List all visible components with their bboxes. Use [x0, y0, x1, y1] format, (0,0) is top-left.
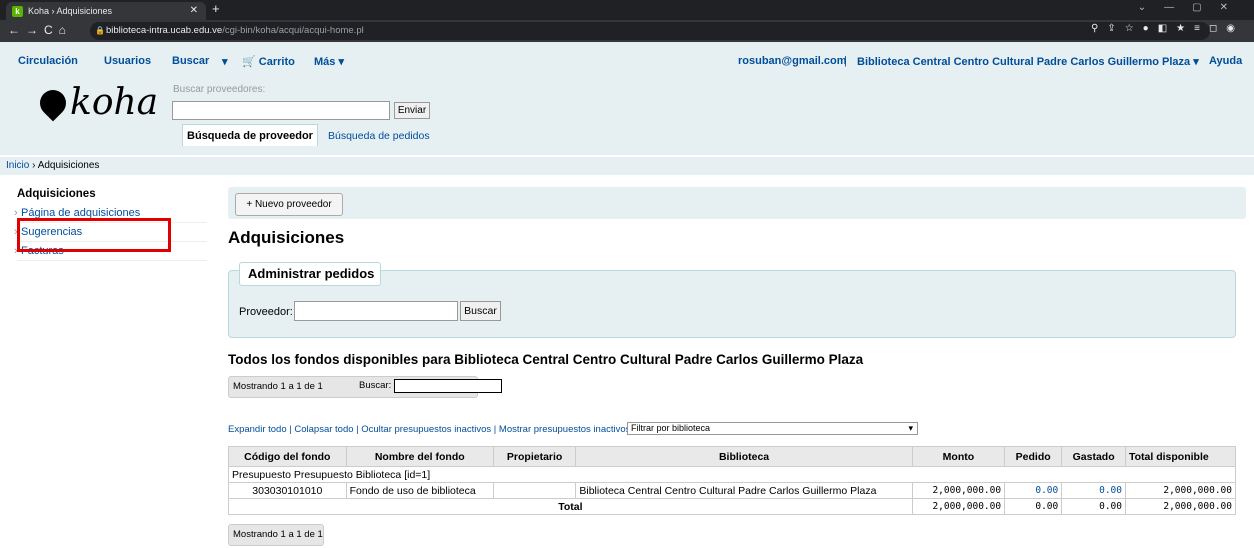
cell-amount: 2,000,000.00 — [911, 482, 1006, 499]
group-label: Presupuesto Presupuesto Biblioteca [id=1… — [228, 466, 1236, 483]
col-nombre[interactable]: Nombre del fondo — [345, 446, 494, 467]
cart-icon: 🛒 — [242, 56, 256, 68]
new-tab-icon[interactable]: + — [212, 1, 220, 16]
col-propietario[interactable]: Propietario — [492, 446, 577, 467]
breadcrumb: Inicio › Adquisiciones — [0, 157, 1254, 175]
extension-icons[interactable]: ⚲⇪☆●◧★≡◻◉ — [1091, 23, 1244, 34]
url-path: /cgi-bin/koha/acqui/acqui-home.pl — [222, 25, 364, 36]
koha-leaf-icon — [34, 84, 72, 122]
cell-owner — [492, 482, 577, 499]
nav-mas[interactable]: Más ▾ — [314, 55, 344, 68]
nav-buttons[interactable]: ←→C⌂ — [8, 23, 72, 37]
table-header-row: Código del fondo Nombre del fondo Propie… — [228, 446, 1236, 467]
table-pager-bottom: Mostrando 1 a 1 de 1 — [228, 524, 324, 546]
breadcrumb-sep: › — [29, 160, 38, 171]
funds-table: Código del fondo Nombre del fondo Propie… — [228, 446, 1236, 515]
tab-title: Koha › Adquisiciones — [28, 6, 113, 16]
cell-name: Fondo de uso de biblioteca — [345, 482, 494, 499]
toolbar — [228, 187, 1246, 219]
total-available: 2,000,000.00 — [1125, 498, 1236, 515]
col-gastado[interactable]: Gastado — [1061, 446, 1126, 467]
total-spent: 0.00 — [1061, 498, 1126, 515]
col-monto[interactable]: Monto — [911, 446, 1006, 467]
search-input[interactable] — [172, 101, 390, 120]
nav-dropdown-icon[interactable]: ▾ — [222, 55, 228, 68]
funds-title: Todos los fondos disponibles para Biblio… — [228, 352, 864, 367]
col-total-disponible[interactable]: Total disponible — [1125, 446, 1236, 467]
col-pedido[interactable]: Pedido — [1004, 446, 1063, 467]
nav-carrito[interactable]: 🛒 Carrito — [242, 55, 295, 68]
nav-separator: | — [844, 55, 847, 67]
table-row: 303030101010 Fondo de uso de biblioteca … — [228, 482, 1236, 499]
vendor-input[interactable] — [294, 301, 458, 321]
tab-busqueda-proveedor[interactable]: Búsqueda de proveedor — [182, 124, 318, 146]
nav-ayuda[interactable]: Ayuda — [1209, 55, 1242, 67]
cell-available: 2,000,000.00 — [1125, 482, 1236, 499]
address-bar: ←→C⌂ 🔒 biblioteca-intra.ucab.edu.ve/cgi-… — [0, 20, 1254, 42]
nav-circulacion[interactable]: Circulación — [18, 55, 78, 67]
pager-info-bottom: Mostrando 1 a 1 de 1 — [233, 529, 323, 540]
cell-spent[interactable]: 0.00 — [1061, 482, 1126, 499]
close-tab-icon[interactable]: ✕ — [190, 2, 198, 20]
table-links[interactable]: Expandir todo | Colapsar todo | Ocultar … — [228, 424, 636, 435]
window-controls[interactable]: ⌄—▢✕ — [1138, 2, 1246, 13]
nav-user[interactable]: rosuban@gmail.com — [738, 55, 847, 67]
cell-code: 303030101010 — [228, 482, 347, 499]
nav-library[interactable]: Biblioteca Central Centro Cultural Padre… — [857, 55, 1199, 68]
col-biblioteca[interactable]: Biblioteca — [575, 446, 913, 467]
browser-tab[interactable]: k Koha › Adquisiciones ✕ — [6, 2, 206, 20]
pager-info: Mostrando 1 a 1 de 1 — [233, 381, 323, 392]
url-field[interactable]: 🔒 biblioteca-intra.ucab.edu.ve/cgi-bin/k… — [90, 22, 1210, 40]
sidebar-title: Adquisiciones — [17, 188, 96, 200]
page-title: Adquisiciones — [228, 228, 345, 247]
col-codigo[interactable]: Código del fondo — [228, 446, 347, 467]
orders-legend: Administrar pedidos — [239, 262, 381, 286]
cell-ordered[interactable]: 0.00 — [1004, 482, 1063, 499]
nav-usuarios[interactable]: Usuarios — [104, 55, 151, 67]
total-ordered: 0.00 — [1004, 498, 1063, 515]
red-highlight-box — [17, 218, 171, 252]
vendor-search-button[interactable]: Buscar — [460, 301, 501, 321]
koha-logo[interactable]: koha — [34, 82, 159, 123]
vendor-label: Proveedor: — [239, 306, 293, 318]
table-total-row: Total 2,000,000.00 0.00 0.00 2,000,000.0… — [228, 498, 1236, 515]
enviar-button[interactable]: Enviar — [394, 102, 430, 119]
table-search-input[interactable] — [394, 379, 502, 393]
library-filter-select[interactable]: Filtrar por biblioteca — [627, 422, 918, 435]
nav-buscar[interactable]: Buscar — [172, 55, 209, 67]
url-host: biblioteca-intra.ucab.edu.ve — [106, 25, 223, 36]
tab-busqueda-pedidos[interactable]: Búsqueda de pedidos — [328, 130, 430, 142]
browser-tabbar: k Koha › Adquisiciones ✕ + ⌄—▢✕ — [0, 0, 1254, 20]
table-pager-top: Mostrando 1 a 1 de 1 Buscar: — [228, 376, 502, 398]
cell-library: Biblioteca Central Centro Cultural Padre… — [575, 482, 913, 499]
breadcrumb-inicio[interactable]: Inicio — [6, 160, 29, 171]
logo-text: koha — [70, 82, 159, 123]
nav-carrito-label: Carrito — [258, 56, 295, 68]
koha-favicon-icon: k — [12, 6, 23, 17]
lock-icon: 🔒 — [95, 26, 105, 35]
pager-search-label: Buscar: — [359, 380, 392, 391]
search-label: Buscar proveedores: — [173, 84, 266, 95]
total-amount: 2,000,000.00 — [911, 498, 1006, 515]
total-label: Total — [228, 498, 913, 515]
new-vendor-button[interactable]: + Nuevo proveedor — [235, 193, 343, 216]
breadcrumb-current: Adquisiciones — [37, 160, 100, 171]
table-group-row: Presupuesto Presupuesto Biblioteca [id=1… — [228, 466, 1236, 483]
